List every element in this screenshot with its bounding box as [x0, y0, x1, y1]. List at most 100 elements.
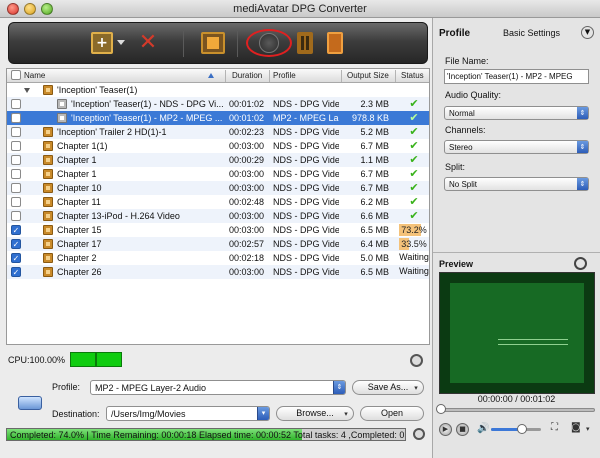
- table-row[interactable]: 'Inception' Teaser(1) - MP2 - MPEG ... 00…: [7, 111, 429, 125]
- row-duration: 00:03:00: [229, 141, 265, 151]
- destination-label: Destination:: [52, 409, 100, 419]
- play-icon[interactable]: ▶: [439, 423, 452, 436]
- table-row[interactable]: Chapter 1 00:00:29 NDS - DPG Video 1.1 MB ✔: [7, 153, 429, 167]
- row-profile: NDS - DPG Video: [273, 267, 339, 277]
- pause-icon[interactable]: [297, 32, 313, 54]
- volume-icon[interactable]: 🔊: [477, 423, 489, 434]
- status-settings-gear-icon[interactable]: [413, 428, 425, 440]
- output-file-icon: [57, 113, 67, 123]
- row-checkbox[interactable]: [11, 211, 21, 221]
- convert-icon[interactable]: [259, 33, 279, 53]
- row-profile: MP2 - MPEG La...: [273, 113, 339, 123]
- row-checkbox[interactable]: [11, 113, 21, 123]
- fullscreen-icon[interactable]: ⛶: [551, 422, 565, 434]
- column-profile[interactable]: Profile: [273, 71, 296, 80]
- table-row[interactable]: Chapter 1(1) 00:03:00 NDS - DPG Video 6.7 M…: [7, 139, 429, 153]
- row-checkbox[interactable]: [11, 155, 21, 165]
- chevron-up-down-icon: ⇕: [577, 141, 588, 153]
- row-output-size: 6.7 MB: [360, 141, 389, 151]
- row-output-size: 2.3 MB: [360, 99, 389, 109]
- add-menu-caret-icon[interactable]: [117, 40, 125, 45]
- row-checkbox[interactable]: [11, 127, 21, 137]
- split-label: Split:: [445, 162, 466, 172]
- group-row[interactable]: 'Inception' Teaser(1): [7, 83, 429, 97]
- profile-select[interactable]: MP2 - MPEG Layer-2 Audio ⇕: [90, 380, 346, 395]
- add-file-icon[interactable]: +: [91, 32, 113, 54]
- audio-quality-select[interactable]: Normal ⇕: [444, 106, 589, 120]
- delete-icon[interactable]: ✕: [137, 32, 159, 54]
- column-output-size[interactable]: Output Size: [347, 71, 389, 80]
- table-row[interactable]: ✓ Chapter 26 00:03:00 NDS - DPG Video 6.5 MB…: [7, 265, 429, 279]
- stop-playback-icon[interactable]: ■: [456, 423, 469, 436]
- table-row[interactable]: Chapter 1 00:03:00 NDS - DPG Video 6.7 MB ✔: [7, 167, 429, 181]
- seek-knob[interactable]: [436, 404, 446, 414]
- table-row[interactable]: Chapter 10 00:03:00 NDS - DPG Video 6.7 MB ✔: [7, 181, 429, 195]
- row-duration: 00:03:00: [229, 183, 265, 193]
- channels-select[interactable]: Stereo ⇕: [444, 140, 589, 154]
- row-checkbox[interactable]: ✓: [11, 239, 21, 249]
- row-name: Chapter 10: [57, 183, 102, 193]
- chevron-up-down-icon: ⇕: [577, 107, 588, 119]
- toolbar: + ✕: [8, 22, 428, 64]
- cpu-settings-gear-icon[interactable]: [410, 354, 423, 367]
- browse-button[interactable]: Browse... ▾: [276, 406, 354, 421]
- row-checkbox[interactable]: ✓: [11, 225, 21, 235]
- status-done-check-icon: ✔: [409, 125, 419, 138]
- column-status[interactable]: Status: [401, 71, 424, 80]
- destination-field[interactable]: /Users/Img/Movies ▾: [106, 406, 270, 421]
- row-checkbox[interactable]: [11, 183, 21, 193]
- table-row[interactable]: ✓ Chapter 2 00:02:18 NDS - DPG Video 5.0 MB W…: [7, 251, 429, 265]
- row-name: 'Inception' Trailer 2 HD(1)-1: [57, 127, 167, 137]
- open-button[interactable]: Open: [360, 406, 424, 421]
- table-row[interactable]: ✓ Chapter 15 00:03:00 NDS - DPG Video 6.5 MB…: [7, 223, 429, 237]
- status-done-check-icon: ✔: [409, 195, 419, 208]
- chevron-down-icon[interactable]: ▼: [581, 26, 594, 39]
- settings-mode-select[interactable]: Basic Settings: [503, 28, 560, 38]
- row-checkbox[interactable]: [11, 197, 21, 207]
- snapshot-target-icon[interactable]: [574, 257, 587, 270]
- status-done-check-icon: ✔: [409, 153, 419, 166]
- table-row[interactable]: ✓ Chapter 17 00:02:57 NDS - DPG Video 6.4 MB…: [7, 237, 429, 251]
- split-select[interactable]: No Split ⇕: [444, 177, 589, 191]
- status-done-check-icon: ✔: [409, 139, 419, 152]
- volume-knob[interactable]: [517, 424, 527, 434]
- select-all-checkbox[interactable]: [11, 70, 21, 80]
- row-profile: NDS - DPG Video: [273, 197, 339, 207]
- audio-quality-label: Audio Quality:: [445, 90, 502, 100]
- status-done-check-icon: ✔: [409, 111, 419, 124]
- row-checkbox[interactable]: ✓: [11, 253, 21, 263]
- seek-bar[interactable]: [439, 408, 595, 412]
- table-row[interactable]: Chapter 11 00:02:48 NDS - DPG Video 6.2 MB ✔: [7, 195, 429, 209]
- camera-snapshot-icon[interactable]: ◙: [571, 422, 585, 434]
- chevron-down-icon[interactable]: ▾: [586, 425, 600, 437]
- row-profile: NDS - DPG Video: [273, 155, 339, 165]
- volume-slider[interactable]: [491, 428, 541, 431]
- chevron-up-down-icon: ⇕: [577, 178, 588, 190]
- expand-triangle-icon[interactable]: [24, 88, 30, 93]
- row-checkbox[interactable]: ✓: [11, 267, 21, 277]
- row-checkbox[interactable]: [11, 99, 21, 109]
- video-file-icon: [43, 197, 53, 207]
- split-value: No Split: [449, 180, 478, 189]
- stop-icon[interactable]: [327, 32, 343, 54]
- save-as-button[interactable]: Save As... ▾: [352, 380, 424, 395]
- status-done-check-icon: ✔: [409, 181, 419, 194]
- file-name-field[interactable]: 'Inception' Teaser(1) - MP2 - MPEG: [444, 69, 589, 84]
- column-name[interactable]: Name: [24, 71, 45, 80]
- row-duration: 00:03:00: [229, 169, 265, 179]
- table-row[interactable]: 'Inception' Teaser(1) - NDS - DPG Vi... 0…: [7, 97, 429, 111]
- row-output-size: 5.2 MB: [360, 127, 389, 137]
- column-duration[interactable]: Duration: [232, 71, 262, 80]
- window-title: mediAvatar DPG Converter: [233, 3, 367, 15]
- clip-icon[interactable]: [201, 32, 225, 54]
- profile-panel-title: Profile: [439, 28, 471, 39]
- profile-select-value: MP2 - MPEG Layer-2 Audio: [95, 383, 207, 393]
- title-bar: mediAvatar DPG Converter: [0, 0, 600, 18]
- row-name: Chapter 13-iPod - H.264 Video: [57, 211, 180, 221]
- video-file-icon: [43, 183, 53, 193]
- row-checkbox[interactable]: [11, 169, 21, 179]
- cpu-core-bar: [96, 352, 122, 367]
- table-row[interactable]: 'Inception' Trailer 2 HD(1)-1 00:02:23 NDS…: [7, 125, 429, 139]
- table-row[interactable]: Chapter 13-iPod - H.264 Video 00:03:00 NDS…: [7, 209, 429, 223]
- row-checkbox[interactable]: [11, 141, 21, 151]
